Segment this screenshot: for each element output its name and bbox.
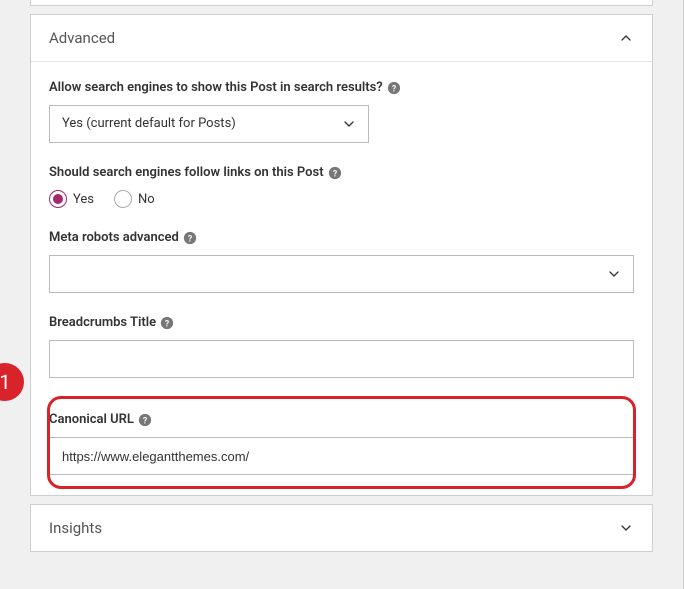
advanced-panel: Advanced Allow search engines to show th… [30,14,653,496]
canonical-label: Canonical URL ? [49,412,634,427]
meta-robots-label: Meta robots advanced ? [49,230,634,245]
meta-robots-label-text: Meta robots advanced [49,230,179,245]
breadcrumbs-label-text: Breadcrumbs Title [49,315,156,330]
allow-search-label-text: Allow search engines to show this Post i… [49,80,383,95]
breadcrumbs-input[interactable] [49,340,634,378]
follow-links-radio-group: Yes No [49,190,634,208]
allow-search-select-wrap: Yes (current default for Posts) [49,105,369,143]
advanced-panel-body: Allow search engines to show this Post i… [31,62,652,495]
canonical-label-text: Canonical URL [49,412,134,427]
canonical-field: Canonical URL ? [49,400,634,479]
help-icon[interactable]: ? [387,81,401,95]
follow-links-field: Should search engines follow links on th… [49,165,634,208]
allow-search-field: Allow search engines to show this Post i… [49,80,634,143]
radio-indicator [114,190,132,208]
svg-text:?: ? [332,169,336,179]
help-icon[interactable]: ? [138,413,152,427]
breadcrumbs-field: Breadcrumbs Title ? [49,315,634,378]
help-icon[interactable]: ? [328,166,342,180]
follow-links-label: Should search engines follow links on th… [49,165,634,180]
svg-text:?: ? [188,234,192,244]
help-icon[interactable]: ? [183,231,197,245]
chevron-up-icon [618,30,634,46]
allow-search-label: Allow search engines to show this Post i… [49,80,634,95]
meta-robots-select-wrap [49,255,634,293]
follow-links-label-text: Should search engines follow links on th… [49,165,324,180]
svg-text:?: ? [143,416,147,426]
meta-robots-field: Meta robots advanced ? [49,230,634,293]
canonical-input[interactable] [49,437,634,475]
radio-indicator [49,190,67,208]
follow-links-yes-label: Yes [73,192,94,207]
follow-links-no-label: No [138,192,155,207]
advanced-panel-header[interactable]: Advanced [31,15,652,62]
allow-search-select[interactable]: Yes (current default for Posts) [49,105,369,143]
svg-text:?: ? [392,84,396,94]
insights-panel: Insights [30,504,653,552]
callout-badge-1: 1 [0,363,24,401]
follow-links-yes[interactable]: Yes [49,190,94,208]
breadcrumbs-label: Breadcrumbs Title ? [49,315,634,330]
meta-robots-select[interactable] [49,255,634,293]
insights-panel-header[interactable]: Insights [31,505,652,551]
chevron-down-icon [618,520,634,536]
svg-text:?: ? [165,319,169,329]
advanced-panel-title: Advanced [49,29,115,47]
insights-panel-title: Insights [49,519,102,537]
follow-links-no[interactable]: No [114,190,155,208]
help-icon[interactable]: ? [160,316,174,330]
